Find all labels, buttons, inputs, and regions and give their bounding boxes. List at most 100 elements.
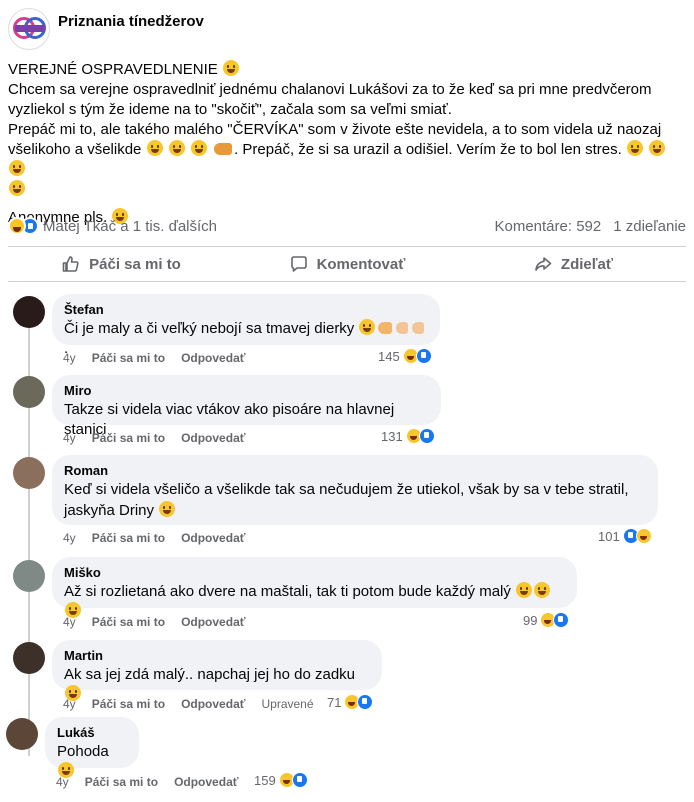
- avatar[interactable]: [13, 560, 45, 592]
- avatar[interactable]: [13, 642, 45, 674]
- avatar[interactable]: [13, 296, 45, 328]
- grin-emoji-icon: [146, 140, 163, 156]
- post-stats: Matej Tkáč a 1 tis. ďalších Komentáre: 5…: [8, 215, 686, 237]
- comment-button-label: Komentovať: [316, 255, 406, 273]
- grin-emoji-icon: [159, 501, 176, 517]
- reaction-count: 101: [598, 528, 620, 544]
- comment-bubble: Roman Keď si videla všeličo a všelikde t…: [52, 455, 658, 525]
- like-button[interactable]: Páči sa mi to: [8, 247, 234, 281]
- reaction-count: 131: [381, 428, 403, 444]
- comment-reaction-count[interactable]: 71: [327, 694, 374, 710]
- comment-reaction-count[interactable]: 99: [523, 612, 570, 628]
- comment-author[interactable]: Martin: [64, 648, 370, 664]
- shares-count[interactable]: 1 zdieľanie: [613, 218, 686, 235]
- avatar[interactable]: [13, 457, 45, 489]
- pray-emoji-icon: [378, 322, 393, 334]
- comment-like-button[interactable]: Páči sa mi to: [92, 614, 165, 630]
- comment-text: jaskyňa Driny: [64, 501, 646, 521]
- comment-age[interactable]: 4y: [63, 530, 76, 546]
- comment-text-span: Ak sa jej zdá malý.. napchaj jej ho do z…: [64, 666, 355, 683]
- comment-bubble: Martin Ak sa jej zdá malý.. napchaj jej …: [52, 640, 382, 701]
- reaction-count: 145: [378, 348, 400, 364]
- like-button-label: Páči sa mi to: [89, 255, 181, 273]
- comment-reply-button[interactable]: Odpovedať: [181, 696, 245, 712]
- comment-reaction-count[interactable]: 131: [381, 428, 435, 444]
- post-header: Priznania tínedžerov: [8, 8, 204, 52]
- reactors-text[interactable]: Matej Tkáč a 1 tis. ďalších: [43, 218, 217, 235]
- comment-bubble: Miro Takze si videla viac vtákov ako pis…: [52, 375, 441, 438]
- post-action-bar: Páči sa mi to Komentovať Zdieľať: [8, 246, 686, 282]
- comment-like-button[interactable]: Páči sa mi to: [92, 350, 165, 366]
- post-text-span: . Prepáč, že si sa urazil a odišiel. Ver…: [234, 141, 622, 158]
- page-avatar[interactable]: [8, 8, 50, 50]
- like-reaction-icon: [415, 348, 432, 364]
- post-line: Chcem sa verejne ospravedlniť jednému ch…: [8, 81, 652, 98]
- comment-button[interactable]: Komentovať: [234, 247, 460, 281]
- post-text-span: všelikoho a všelikde: [8, 141, 142, 158]
- victory-hand-emoji-icon: [412, 322, 425, 334]
- post-line: všelikoho a všelikde . Prepáč, že si sa …: [8, 140, 688, 180]
- comment-reaction-count[interactable]: 159: [254, 772, 308, 788]
- comment-bubble: Miško Až si rozlietaná ako dvere na mašt…: [52, 557, 577, 618]
- share-button[interactable]: Zdieľať: [460, 247, 686, 281]
- like-reaction-icon: [357, 694, 374, 710]
- comment-reaction-count[interactable]: 145: [378, 348, 432, 364]
- comment-like-button[interactable]: Páči sa mi to: [92, 530, 165, 546]
- share-button-label: Zdieľať: [560, 255, 614, 273]
- comment-reply-button[interactable]: Odpovedať: [181, 614, 245, 630]
- comment-bubble: Lukáš Pohoda: [45, 717, 139, 778]
- comment-age[interactable]: 4y: [63, 350, 76, 366]
- comment-age[interactable]: 4y: [63, 696, 76, 712]
- reaction-count: 99: [523, 612, 538, 628]
- comments-count[interactable]: Komentáre: 592: [494, 218, 601, 235]
- comment-like-button[interactable]: Páči sa mi to: [92, 696, 165, 712]
- comment-age[interactable]: 4y: [63, 430, 76, 446]
- haha-reaction-icon: [635, 528, 652, 544]
- comment-bubble: Štefan Či je maly a či veľký nebojí sa t…: [52, 294, 440, 357]
- laughing-emoji-icon: [359, 319, 376, 335]
- comment-reaction-count[interactable]: 101: [598, 528, 652, 544]
- reaction-count: 159: [254, 772, 276, 788]
- comment-text-span: jaskyňa Driny: [64, 502, 155, 519]
- logo-band: [15, 25, 45, 32]
- reaction-count: 71: [327, 694, 342, 710]
- avatar[interactable]: [6, 718, 38, 750]
- comment-reply-button[interactable]: Odpovedať: [181, 350, 245, 366]
- grin-emoji-icon: [9, 160, 25, 176]
- laughing-emoji-icon: [516, 582, 533, 598]
- comment-meta: 4y Páči sa mi to Odpovedať: [56, 774, 239, 790]
- comment-author[interactable]: Lukáš: [57, 725, 127, 741]
- comment-meta: 4y Páči sa mi to Odpovedať: [63, 350, 246, 366]
- comment-meta: 4y Páči sa mi to Odpovedať: [63, 530, 246, 546]
- reaction-summary[interactable]: [8, 217, 39, 235]
- comment-author[interactable]: Roman: [64, 463, 646, 479]
- comment-author[interactable]: Štefan: [64, 302, 428, 318]
- share-icon: [535, 257, 552, 271]
- post-heading: VEREJNÉ OSPRAVEDLNENIE: [8, 61, 218, 78]
- comment-reply-button[interactable]: Odpovedať: [174, 774, 238, 790]
- post-line: Prepáč mi to, ale takého malého "ČERVÍKA…: [8, 121, 662, 138]
- post-line: vyzliekol s tým že ideme na to "skočiť",…: [8, 101, 452, 118]
- page-name[interactable]: Priznania tínedžerov: [58, 13, 204, 30]
- comment-meta: 4y Páči sa mi to Odpovedať Upravené: [63, 696, 314, 712]
- comment-icon: [290, 256, 307, 272]
- grin-emoji-icon: [649, 140, 666, 156]
- comment-text-span: Pohoda: [57, 743, 109, 760]
- laughing-emoji-icon: [534, 582, 551, 598]
- comment-age[interactable]: 4y: [63, 614, 76, 630]
- post-line: [8, 180, 688, 200]
- comment-like-button[interactable]: Páči sa mi to: [92, 430, 165, 446]
- comment-meta: 4y Páči sa mi to Odpovedať: [63, 430, 246, 446]
- haha-reaction-icon: [8, 217, 26, 235]
- comment-author[interactable]: Miro: [64, 383, 429, 399]
- grin-emoji-icon: [168, 140, 185, 156]
- grin-emoji-icon: [222, 60, 239, 76]
- comment-author[interactable]: Miško: [64, 565, 565, 581]
- avatar[interactable]: [13, 376, 45, 408]
- like-reaction-icon: [418, 428, 435, 444]
- comment-edited-label[interactable]: Upravené: [262, 696, 314, 712]
- comment-like-button[interactable]: Páči sa mi to: [85, 774, 158, 790]
- comment-age[interactable]: 4y: [56, 774, 69, 790]
- comment-reply-button[interactable]: Odpovedať: [181, 530, 245, 546]
- comment-reply-button[interactable]: Odpovedať: [181, 430, 245, 446]
